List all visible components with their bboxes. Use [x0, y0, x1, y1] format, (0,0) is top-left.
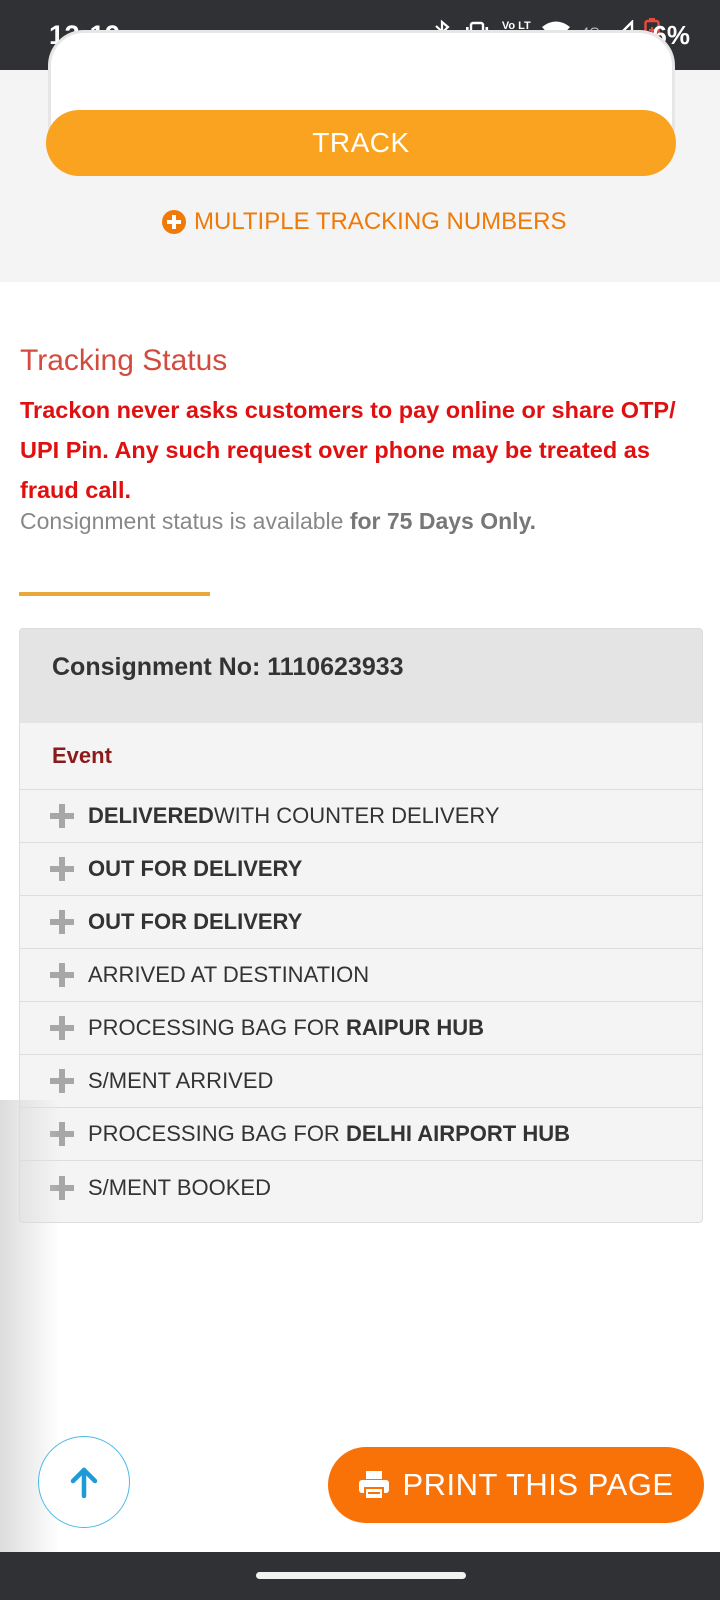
event-location: DELHI AIRPORT HUB: [345, 1121, 571, 1146]
page-title: Tracking Status: [20, 344, 228, 377]
scroll-to-top-button[interactable]: [38, 1436, 130, 1528]
event-row[interactable]: OUT FOR DELIVERY: [20, 843, 702, 896]
event-row[interactable]: S/MENT ARRIVED: [20, 1055, 702, 1108]
plus-icon: [50, 910, 74, 934]
event-status: DELIVERED: [88, 803, 214, 828]
event-row[interactable]: S/MENT BOOKED: [20, 1161, 702, 1214]
event-status: OUT FOR DELIVERY: [88, 856, 303, 881]
consignment-label: Consignment No:: [52, 653, 268, 681]
navigation-bar: [0, 1552, 720, 1600]
section-divider: [19, 592, 210, 596]
consignment-header: Consignment No: 1110623933: [20, 629, 702, 723]
plus-icon: [50, 1069, 74, 1093]
tracking-form: TRACK MULTIPLE TRACKING NUMBERS: [0, 30, 720, 282]
event-detail: WITH COUNTER DELIVERY: [213, 803, 500, 828]
event-row[interactable]: DELIVERED WITH COUNTER DELIVERY: [20, 790, 702, 843]
event-status: S/MENT BOOKED: [88, 1174, 271, 1200]
event-status: ARRIVED AT DESTINATION: [88, 962, 370, 987]
print-page-label: PRINT THIS PAGE: [402, 1467, 674, 1502]
availability-text: Consignment status is available: [20, 508, 350, 534]
event-status: PROCESSING BAG FOR: [88, 1121, 340, 1146]
multiple-tracking-link[interactable]: MULTIPLE TRACKING NUMBERS: [162, 208, 567, 236]
print-page-button[interactable]: PRINT THIS PAGE: [328, 1447, 704, 1523]
track-button[interactable]: TRACK: [46, 110, 676, 176]
arrow-up-icon: [70, 1467, 98, 1498]
plus-icon: [50, 963, 74, 987]
printer-icon: [359, 1471, 390, 1500]
home-gesture-handle[interactable]: [256, 1572, 466, 1579]
multiple-tracking-label: MULTIPLE TRACKING NUMBERS: [194, 208, 567, 235]
event-row[interactable]: OUT FOR DELIVERY: [20, 896, 702, 949]
event-row[interactable]: PROCESSING BAG FOR RAIPUR HUB: [20, 1002, 702, 1055]
consignment-card: Consignment No: 1110623933 Event DELIVER…: [19, 628, 703, 1223]
fraud-warning: Trackon never asks customers to pay onli…: [20, 397, 676, 503]
event-location: RAIPUR HUB: [345, 1015, 485, 1040]
event-status: S/MENT ARRIVED: [88, 1068, 274, 1093]
event-row[interactable]: PROCESSING BAG FOR DELHI AIRPORT HUB: [20, 1108, 702, 1161]
availability-days: for 75 Days Only.: [349, 508, 537, 534]
event-status: PROCESSING BAG FOR: [88, 1015, 340, 1040]
consignment-number: 1110623933: [267, 653, 404, 681]
tracking-results: Tracking Status Trackon never asks custo…: [0, 282, 720, 1552]
plus-circle-icon: [162, 210, 186, 234]
plus-icon: [50, 857, 74, 881]
event-status: OUT FOR DELIVERY: [88, 909, 303, 934]
plus-icon: [50, 1016, 74, 1040]
plus-icon: [50, 804, 74, 828]
availability-note: Consignment status is available for 75 D…: [20, 508, 536, 535]
event-row[interactable]: ARRIVED AT DESTINATION: [20, 949, 702, 1002]
event-column-header: Event: [20, 723, 702, 790]
